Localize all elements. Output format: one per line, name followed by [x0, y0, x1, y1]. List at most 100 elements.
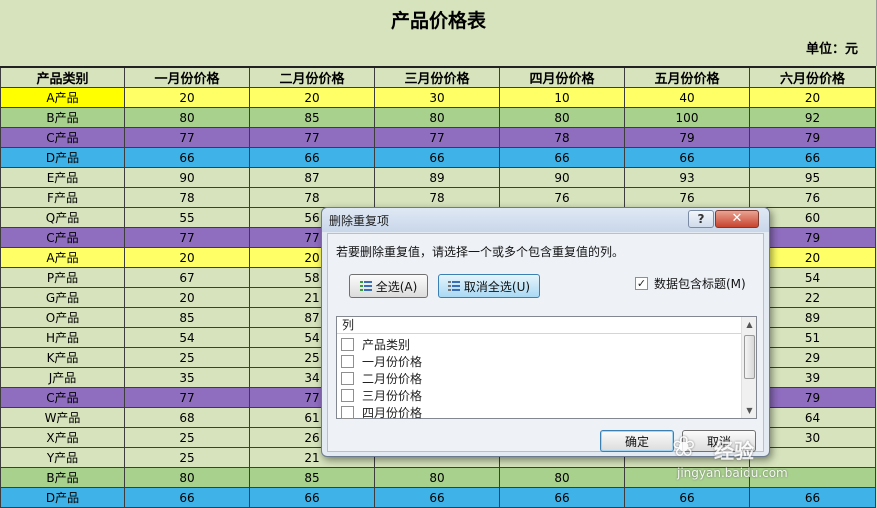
- scroll-thumb[interactable]: [744, 335, 755, 379]
- column-checkbox[interactable]: [341, 406, 354, 419]
- price-cell[interactable]: 25: [124, 347, 250, 368]
- price-cell[interactable]: 66: [124, 147, 250, 168]
- columns-listbox[interactable]: 列 产品类别 一月份价格 二月份价格 三月份价格 四月份价格 ▲ ▼: [336, 316, 757, 421]
- scroll-down-arrow-icon[interactable]: ▼: [742, 403, 757, 418]
- column-option[interactable]: 一月份价格: [341, 353, 422, 370]
- product-name-cell[interactable]: B产品: [0, 107, 125, 128]
- price-cell[interactable]: 66: [749, 147, 876, 168]
- price-cell[interactable]: 66: [499, 147, 625, 168]
- dialog-titlebar[interactable]: 删除重复项 ? ✕: [322, 208, 769, 232]
- column-checkbox[interactable]: [341, 338, 354, 351]
- price-cell[interactable]: 89: [374, 167, 500, 188]
- column-option[interactable]: 产品类别: [341, 336, 410, 353]
- column-checkbox[interactable]: [341, 389, 354, 402]
- product-name-cell[interactable]: H产品: [0, 327, 125, 348]
- product-name-cell[interactable]: G产品: [0, 287, 125, 308]
- price-cell[interactable]: 54: [124, 327, 250, 348]
- column-header[interactable]: 三月份价格: [374, 66, 500, 88]
- has-headers-checkbox[interactable]: ✓: [635, 277, 648, 290]
- price-cell[interactable]: 20: [124, 87, 250, 108]
- price-cell[interactable]: 80: [499, 107, 625, 128]
- column-header[interactable]: 二月份价格: [249, 66, 375, 88]
- column-option[interactable]: 三月份价格: [341, 387, 422, 404]
- price-cell[interactable]: 68: [124, 407, 250, 428]
- price-cell[interactable]: 40: [624, 87, 750, 108]
- price-cell[interactable]: 20: [249, 87, 375, 108]
- price-cell[interactable]: 78: [249, 187, 375, 208]
- price-cell[interactable]: 25: [124, 447, 250, 468]
- price-cell[interactable]: 35: [124, 367, 250, 388]
- product-name-cell[interactable]: J产品: [0, 367, 125, 388]
- price-cell[interactable]: 78: [124, 187, 250, 208]
- column-header[interactable]: 一月份价格: [124, 66, 250, 88]
- product-name-cell[interactable]: D产品: [0, 147, 125, 168]
- product-name-cell[interactable]: F产品: [0, 187, 125, 208]
- product-name-cell[interactable]: A产品: [0, 247, 125, 268]
- price-cell[interactable]: 66: [624, 147, 750, 168]
- product-name-cell[interactable]: Q产品: [0, 207, 125, 228]
- product-name-cell[interactable]: A产品: [0, 87, 125, 108]
- column-option[interactable]: 二月份价格: [341, 370, 422, 387]
- product-name-cell[interactable]: D产品: [0, 487, 125, 508]
- price-cell[interactable]: 66: [124, 487, 250, 508]
- price-cell[interactable]: 79: [749, 127, 876, 148]
- product-name-cell[interactable]: C产品: [0, 127, 125, 148]
- price-cell[interactable]: 66: [374, 147, 500, 168]
- price-cell[interactable]: 25: [124, 427, 250, 448]
- price-cell[interactable]: 55: [124, 207, 250, 228]
- product-name-cell[interactable]: K产品: [0, 347, 125, 368]
- price-cell[interactable]: 95: [749, 167, 876, 188]
- price-cell[interactable]: 78: [374, 187, 500, 208]
- price-cell[interactable]: 80: [374, 467, 500, 488]
- price-cell[interactable]: 90: [124, 167, 250, 188]
- product-name-cell[interactable]: C产品: [0, 387, 125, 408]
- price-cell[interactable]: 85: [249, 467, 375, 488]
- product-name-cell[interactable]: P产品: [0, 267, 125, 288]
- price-cell[interactable]: 76: [499, 187, 625, 208]
- select-all-button[interactable]: 全选(A): [349, 274, 428, 298]
- column-header[interactable]: 五月份价格: [624, 66, 750, 88]
- ok-button[interactable]: 确定: [600, 430, 674, 452]
- price-cell[interactable]: 78: [499, 127, 625, 148]
- price-cell[interactable]: 77: [124, 387, 250, 408]
- price-cell[interactable]: 66: [249, 487, 375, 508]
- price-cell[interactable]: 20: [749, 87, 876, 108]
- product-name-cell[interactable]: B产品: [0, 467, 125, 488]
- price-cell[interactable]: 100: [624, 107, 750, 128]
- has-headers-option[interactable]: ✓ 数据包含标题(M): [635, 275, 746, 292]
- product-name-cell[interactable]: E产品: [0, 167, 125, 188]
- price-cell[interactable]: 20: [124, 287, 250, 308]
- product-name-cell[interactable]: X产品: [0, 427, 125, 448]
- price-cell[interactable]: 80: [499, 467, 625, 488]
- column-header[interactable]: 产品类别: [0, 66, 125, 88]
- price-cell[interactable]: 77: [124, 127, 250, 148]
- column-checkbox[interactable]: [341, 355, 354, 368]
- price-cell[interactable]: 30: [374, 87, 500, 108]
- product-name-cell[interactable]: W产品: [0, 407, 125, 428]
- price-cell[interactable]: 66: [249, 147, 375, 168]
- product-name-cell[interactable]: O产品: [0, 307, 125, 328]
- price-cell[interactable]: 85: [124, 307, 250, 328]
- price-cell[interactable]: 80: [374, 107, 500, 128]
- listbox-scrollbar[interactable]: ▲ ▼: [741, 317, 756, 418]
- close-button[interactable]: ✕: [715, 210, 759, 228]
- price-cell[interactable]: 90: [499, 167, 625, 188]
- price-cell[interactable]: 79: [624, 127, 750, 148]
- price-cell[interactable]: 80: [124, 107, 250, 128]
- sheet-title[interactable]: 产品价格表: [0, 6, 877, 33]
- price-cell[interactable]: 76: [749, 187, 876, 208]
- help-button[interactable]: ?: [688, 210, 714, 228]
- column-option[interactable]: 四月份价格: [341, 404, 422, 421]
- column-checkbox[interactable]: [341, 372, 354, 385]
- price-cell[interactable]: 10: [499, 87, 625, 108]
- price-cell[interactable]: 85: [249, 107, 375, 128]
- price-cell[interactable]: 67: [124, 267, 250, 288]
- column-header[interactable]: 四月份价格: [499, 66, 625, 88]
- unselect-all-button[interactable]: 取消全选(U): [438, 274, 540, 298]
- price-cell[interactable]: 66: [499, 487, 625, 508]
- unit-label[interactable]: 单位：元: [806, 38, 858, 57]
- scroll-up-arrow-icon[interactable]: ▲: [742, 317, 757, 332]
- price-cell[interactable]: 66: [374, 487, 500, 508]
- price-cell[interactable]: 76: [624, 187, 750, 208]
- price-cell[interactable]: 80: [124, 467, 250, 488]
